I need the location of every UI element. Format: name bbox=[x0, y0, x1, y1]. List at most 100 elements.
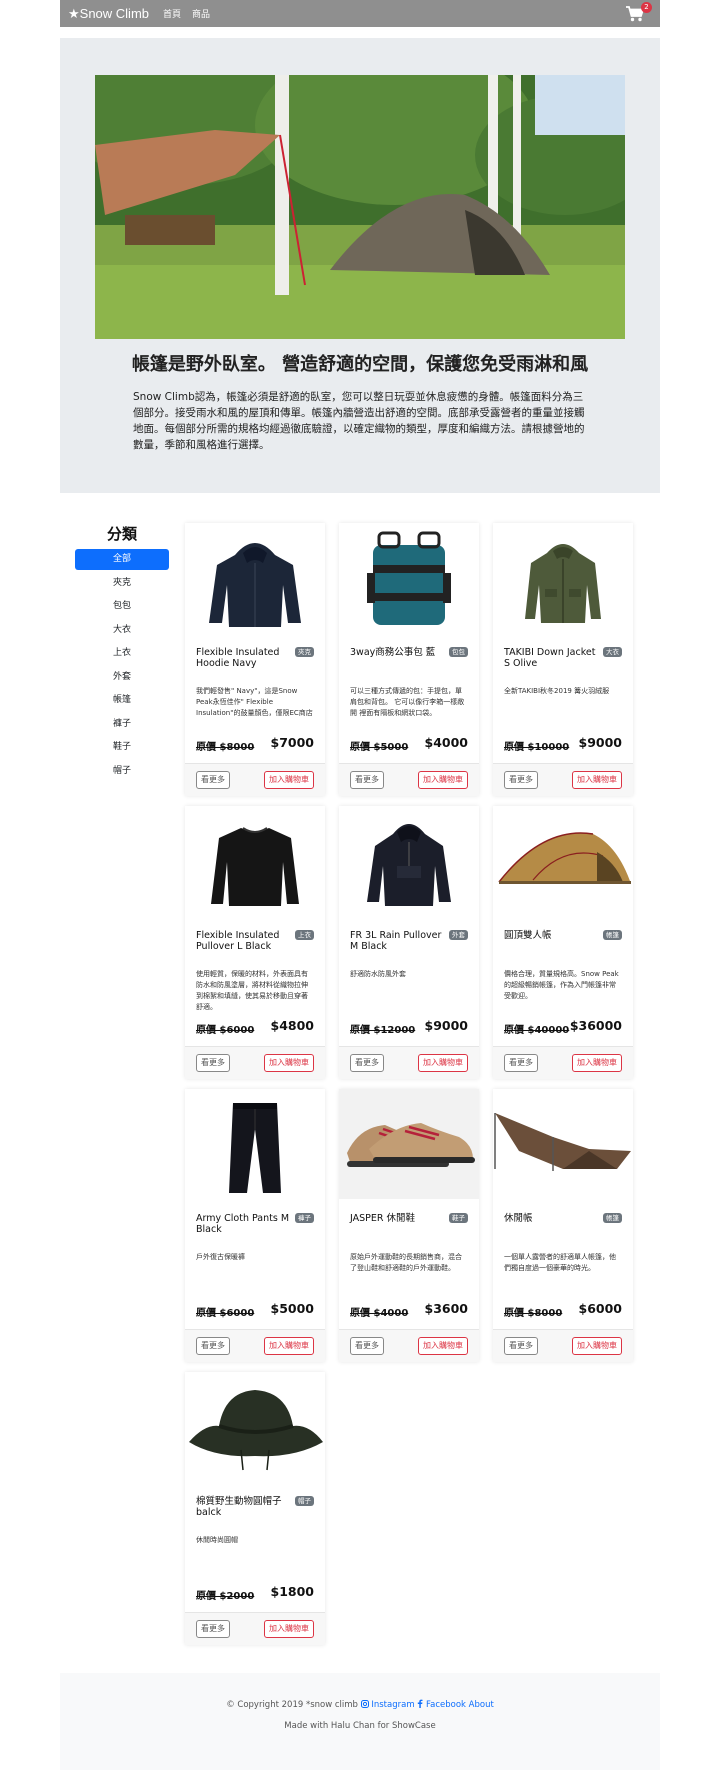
view-more-button[interactable]: 看更多 bbox=[350, 1054, 384, 1072]
product-description: 一個單人露營者的舒適單人帳篷，他們獨自度過一個豪華的時光。 bbox=[504, 1253, 616, 1272]
product-name[interactable]: 3way商務公事包 藍 bbox=[350, 647, 448, 658]
product-card: 3way商務公事包 藍 包包 可以三種方式傳遞的包：手提包，單肩包和背包。 它可… bbox=[339, 523, 479, 796]
product-image[interactable] bbox=[493, 806, 633, 916]
about-link[interactable]: About bbox=[469, 1700, 494, 1710]
add-to-cart-button[interactable]: 加入購物車 bbox=[418, 1337, 468, 1355]
brand-logo[interactable]: ★Snow Climb bbox=[68, 6, 149, 22]
category-coat[interactable]: 大衣 bbox=[75, 620, 169, 641]
add-to-cart-button[interactable]: 加入購物車 bbox=[572, 1337, 622, 1355]
add-to-cart-button[interactable]: 加入購物車 bbox=[418, 771, 468, 789]
view-more-button[interactable]: 看更多 bbox=[350, 771, 384, 789]
category-jacket[interactable]: 夾克 bbox=[75, 573, 169, 594]
cart-button[interactable]: 2 bbox=[626, 1, 652, 24]
hero-image bbox=[95, 75, 625, 339]
product-name[interactable]: 棉質野生動物圓帽子 balck bbox=[196, 1496, 294, 1518]
add-to-cart-button[interactable]: 加入購物車 bbox=[264, 1337, 314, 1355]
hero-description: Snow Climb認為，帳篷必須是舒適的臥室，您可以整日玩耍並休息疲憊的身體。… bbox=[133, 391, 585, 451]
product-name[interactable]: 休閒帳 bbox=[504, 1213, 602, 1224]
product-image[interactable] bbox=[493, 1089, 633, 1199]
view-more-button[interactable]: 看更多 bbox=[504, 771, 538, 789]
pullover-icon bbox=[211, 827, 299, 906]
category-shoes[interactable]: 鞋子 bbox=[75, 737, 169, 758]
category-badge: 包包 bbox=[449, 647, 468, 657]
product-image[interactable] bbox=[339, 1089, 479, 1199]
original-price: 原價 $5000 bbox=[350, 742, 409, 753]
card-footer: 看更多 加入購物車 bbox=[185, 1612, 325, 1645]
product-name[interactable]: JASPER 休閒鞋 bbox=[350, 1213, 448, 1224]
add-to-cart-button[interactable]: 加入購物車 bbox=[264, 771, 314, 789]
product-name[interactable]: Flexible Insulated Pullover L Black bbox=[196, 930, 294, 952]
sale-price: $1800 bbox=[270, 1584, 315, 1599]
product-name[interactable]: 圓頂雙人帳 bbox=[504, 930, 602, 941]
category-top[interactable]: 上衣 bbox=[75, 643, 169, 664]
category-outerwear[interactable]: 外套 bbox=[75, 667, 169, 688]
product-description: 我們輕發售" Navy"，這是Snow Peak永恆佳作" Flexible I… bbox=[196, 687, 313, 717]
pants-icon bbox=[229, 1103, 281, 1193]
nav-link-products[interactable]: 商品 bbox=[192, 7, 210, 20]
category-badge: 夾克 bbox=[295, 647, 314, 657]
original-price: 原價 $6000 bbox=[196, 1308, 255, 1319]
product-image[interactable] bbox=[493, 523, 633, 633]
category-badge: 帳篷 bbox=[603, 1213, 622, 1223]
card-footer: 看更多 加入購物車 bbox=[339, 763, 479, 796]
category-tent[interactable]: 帳篷 bbox=[75, 690, 169, 711]
view-more-button[interactable]: 看更多 bbox=[196, 1337, 230, 1355]
product-image[interactable] bbox=[185, 806, 325, 916]
original-price: 原價 $6000 bbox=[196, 1025, 255, 1036]
product-description: 使用輕質，保暖的材料，外表面具有防水和防風塗層，將材料從織物拉伸到棉絮和填縫，使… bbox=[196, 970, 308, 1011]
add-to-cart-button[interactable]: 加入購物車 bbox=[418, 1054, 468, 1072]
view-more-button[interactable]: 看更多 bbox=[504, 1054, 538, 1072]
add-to-cart-button[interactable]: 加入購物車 bbox=[572, 1054, 622, 1072]
product-image[interactable] bbox=[339, 806, 479, 916]
cart-count-badge: 2 bbox=[641, 1, 652, 13]
category-sidebar: 分類 全部 夾克 包包 大衣 上衣 外套 帳篷 褲子 鞋子 帽子 bbox=[75, 523, 169, 784]
product-card: Army Cloth Pants M Black 褲子 戶外復古保暖褲 原價 $… bbox=[185, 1089, 325, 1362]
category-all[interactable]: 全部 bbox=[75, 549, 169, 570]
product-description: 舒適防水防風外套 bbox=[350, 970, 406, 978]
shoe-icon bbox=[347, 1123, 475, 1167]
category-badge: 褲子 bbox=[295, 1213, 314, 1223]
add-to-cart-button[interactable]: 加入購物車 bbox=[264, 1054, 314, 1072]
view-more-button[interactable]: 看更多 bbox=[196, 771, 230, 789]
hoodie-icon bbox=[209, 543, 301, 627]
original-price: 原價 $4000 bbox=[350, 1308, 409, 1319]
original-price: 原價 $40000 bbox=[504, 1025, 570, 1036]
product-image[interactable] bbox=[185, 1089, 325, 1199]
category-pants[interactable]: 褲子 bbox=[75, 714, 169, 735]
category-badge: 外套 bbox=[449, 930, 468, 940]
dome-tent-icon bbox=[498, 832, 631, 884]
product-image[interactable] bbox=[339, 523, 479, 633]
view-more-button[interactable]: 看更多 bbox=[196, 1620, 230, 1638]
category-hat[interactable]: 帽子 bbox=[75, 761, 169, 782]
hero-title: 帳篷是野外臥室。 營造舒適的空間，保護您免受雨淋和風 bbox=[131, 354, 589, 375]
category-bag[interactable]: 包包 bbox=[75, 596, 169, 617]
product-card: Flexible Insulated Pullover L Black 上衣 使… bbox=[185, 806, 325, 1079]
product-card: 休閒帳 帳篷 一個單人露營者的舒適單人帳篷，他們獨自度過一個豪華的時光。 原價 … bbox=[493, 1089, 633, 1362]
sale-price: $4000 bbox=[424, 735, 469, 750]
view-more-button[interactable]: 看更多 bbox=[350, 1337, 384, 1355]
add-to-cart-button[interactable]: 加入購物車 bbox=[264, 1620, 314, 1638]
copyright-text: © Copyright 2019 *snow climb bbox=[226, 1700, 358, 1710]
instagram-link[interactable]: Instagram bbox=[360, 1700, 418, 1710]
card-footer: 看更多 加入購物車 bbox=[185, 763, 325, 796]
product-name[interactable]: TAKIBI Down Jacket S Olive bbox=[504, 647, 602, 669]
made-with-text: Made with Halu Chan for ShowCase bbox=[284, 1721, 436, 1731]
sale-price: $9000 bbox=[578, 735, 623, 750]
instagram-icon bbox=[360, 1700, 369, 1708]
tarp-tent-icon bbox=[494, 1113, 631, 1171]
hat-icon bbox=[189, 1390, 323, 1471]
facebook-link[interactable]: Facebook bbox=[417, 1699, 468, 1710]
card-footer: 看更多 加入購物車 bbox=[185, 1329, 325, 1362]
view-more-button[interactable]: 看更多 bbox=[196, 1054, 230, 1072]
category-badge: 帳篷 bbox=[603, 930, 622, 940]
original-price: 原價 $8000 bbox=[504, 1308, 563, 1319]
view-more-button[interactable]: 看更多 bbox=[504, 1337, 538, 1355]
add-to-cart-button[interactable]: 加入購物車 bbox=[572, 771, 622, 789]
product-description: 可以三種方式傳遞的包：手提包，單肩包和背包。 它可以像行李箱一樣敞開 裡面有隔板… bbox=[350, 687, 465, 717]
product-name[interactable]: Army Cloth Pants M Black bbox=[196, 1213, 294, 1235]
product-image[interactable] bbox=[185, 1372, 325, 1482]
product-name[interactable]: FR 3L Rain Pullover M Black bbox=[350, 930, 448, 952]
product-name[interactable]: Flexible Insulated Hoodie Navy bbox=[196, 647, 294, 669]
product-image[interactable] bbox=[185, 523, 325, 633]
nav-link-home[interactable]: 首頁 bbox=[163, 7, 181, 20]
